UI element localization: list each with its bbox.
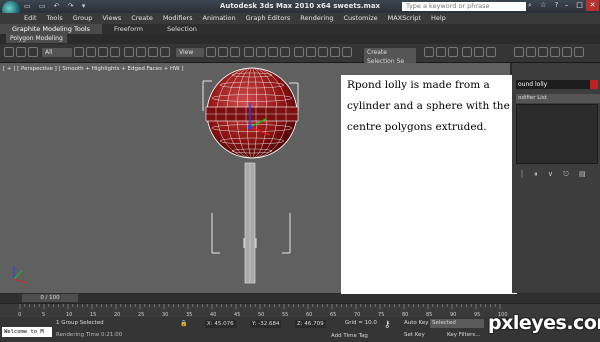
main-toolbar: All View Create Selection Se	[0, 44, 600, 66]
tab-freeform[interactable]: Freeform	[102, 24, 155, 34]
curve-editor-icon[interactable]	[424, 47, 434, 57]
link-icon[interactable]	[28, 47, 38, 57]
viewport-label[interactable]: [ + ] [ Perspective ] [ Smooth + Highlig…	[3, 66, 184, 72]
snaps-toggle-icon[interactable]	[244, 47, 254, 57]
modify-panel-icon[interactable]	[526, 47, 536, 57]
layer-manager-icon[interactable]	[330, 47, 340, 57]
material-editor-icon[interactable]	[448, 47, 458, 57]
annotation-box: Rpond lolly is made from a cylinder and …	[341, 75, 517, 294]
scale-icon[interactable]	[148, 47, 158, 57]
set-key-button[interactable]: Set Key	[404, 332, 425, 338]
maxscript-listener[interactable]: Welcome to M	[2, 327, 52, 337]
time-slider[interactable]: 0 / 100	[22, 294, 78, 302]
annotation-line-1: Rpond lolly is made from a	[347, 79, 490, 91]
mirror-icon[interactable]	[306, 47, 316, 57]
object-color-swatch[interactable]	[590, 80, 598, 89]
keyboard-shortcut-icon[interactable]	[230, 47, 240, 57]
add-time-tag[interactable]: Add Time Tag	[331, 333, 368, 339]
object-name-field[interactable]: ound lolly	[516, 80, 590, 89]
lock-icon[interactable]: 🔒	[180, 320, 187, 327]
menu-create[interactable]: Create	[131, 13, 153, 24]
menu-views[interactable]: Views	[102, 13, 121, 24]
rotate-icon[interactable]	[136, 47, 146, 57]
x-value: 45.076	[214, 321, 234, 327]
y-value: -32.684	[258, 321, 280, 327]
tab-graphite-modeling[interactable]: Graphite Modeling Tools	[0, 24, 103, 34]
angle-snap-icon[interactable]	[256, 47, 266, 57]
hierarchy-panel-icon[interactable]	[538, 47, 548, 57]
menu-customize[interactable]: Customize	[343, 13, 377, 24]
utilities-panel-icon[interactable]	[574, 47, 584, 57]
redo-icon[interactable]	[16, 47, 26, 57]
menu-modifiers[interactable]: Modifiers	[163, 13, 193, 24]
annotation-line-3: centre polygons extruded.	[347, 121, 487, 133]
spinner-snap-icon[interactable]	[280, 47, 290, 57]
motion-panel-icon[interactable]	[550, 47, 560, 57]
percent-snap-icon[interactable]	[268, 47, 278, 57]
y-coordinate-field[interactable]: Y: -32.684	[250, 320, 282, 328]
graphite-toggle-icon[interactable]	[342, 47, 352, 57]
modifier-list-dropdown[interactable]: odifier List	[516, 94, 600, 103]
key-icon[interactable]: ⚷	[384, 320, 391, 330]
reference-coordinate-dropdown[interactable]: View	[176, 48, 204, 57]
move-icon[interactable]	[124, 47, 134, 57]
tab-polygon-modeling[interactable]: Polygon Modeling	[6, 34, 67, 43]
window-crossing-icon[interactable]	[110, 47, 120, 57]
help-icons[interactable]: ⌕ ☆ ?	[528, 1, 561, 10]
align-icon[interactable]	[318, 47, 328, 57]
key-set-dropdown[interactable]: Selected	[430, 319, 484, 328]
schematic-view-icon[interactable]	[436, 47, 446, 57]
select-manipulate-icon[interactable]	[218, 47, 228, 57]
z-coordinate-field[interactable]: Z: 46.709	[295, 320, 326, 328]
render-time-status: Rendering Time 0:21:00	[56, 332, 123, 338]
menu-tools[interactable]: Tools	[47, 13, 63, 24]
watermark: pxleyes.com	[488, 312, 600, 334]
undo-icon[interactable]	[4, 47, 14, 57]
window-title: Autodesk 3ds Max 2010 x64 sweets.max	[219, 2, 381, 10]
menu-graph-editors[interactable]: Graph Editors	[246, 13, 291, 24]
display-panel-icon[interactable]	[562, 47, 572, 57]
menu-group[interactable]: Group	[73, 13, 93, 24]
stack-controls[interactable]: ⏐ ⏸ ∨ ⎋ ▤	[520, 170, 590, 179]
render-setup-icon[interactable]	[462, 47, 472, 57]
search-input[interactable]: Type a keyword or phrase	[402, 2, 526, 11]
selection-status: 1 Group Selected	[56, 320, 104, 326]
annotation-line-2: cylinder and a sphere with the	[347, 100, 510, 112]
x-coordinate-field[interactable]: X: 45.076	[205, 320, 236, 328]
menu-bar: Edit Tools Group Views Create Modifiers …	[0, 13, 600, 24]
minimize-button[interactable]: –	[560, 0, 573, 11]
grid-size: Grid = 10.0	[345, 320, 377, 326]
z-value: 46.709	[304, 321, 324, 327]
quick-access-toolbar[interactable]: ▭ ▭ ↶ ↷ ▾	[24, 2, 88, 10]
render-production-icon[interactable]	[486, 47, 496, 57]
pivot-icon[interactable]	[206, 47, 216, 57]
close-button[interactable]: ✕	[586, 0, 599, 11]
window-controls: – □ ✕	[560, 0, 599, 11]
time-slider-track[interactable]	[0, 294, 600, 303]
create-panel-icon[interactable]	[514, 47, 524, 57]
menu-maxscript[interactable]: MAXScript	[388, 13, 421, 24]
select-by-name-icon[interactable]	[86, 47, 96, 57]
selection-filter-dropdown[interactable]: All	[42, 48, 72, 57]
select-object-icon[interactable]	[74, 47, 84, 57]
menu-help[interactable]: Help	[431, 13, 446, 24]
rectangle-region-icon[interactable]	[98, 47, 108, 57]
select-place-icon[interactable]	[160, 47, 170, 57]
rendered-frame-window-icon[interactable]	[474, 47, 484, 57]
menu-animation[interactable]: Animation	[203, 13, 236, 24]
ribbon-tabs: Graphite Modeling Tools Freeform Selecti…	[0, 24, 600, 34]
maximize-button[interactable]: □	[573, 0, 586, 11]
auto-key-button[interactable]: Auto Key	[404, 320, 429, 326]
menu-rendering[interactable]: Rendering	[300, 13, 333, 24]
world-axis-tripod	[13, 266, 27, 284]
key-filters-button[interactable]: Key Filters...	[447, 332, 480, 338]
menu-edit[interactable]: Edit	[24, 13, 37, 24]
edit-named-selection-icon[interactable]	[294, 47, 304, 57]
modifier-stack[interactable]	[516, 104, 598, 164]
tab-selection[interactable]: Selection	[155, 24, 209, 34]
